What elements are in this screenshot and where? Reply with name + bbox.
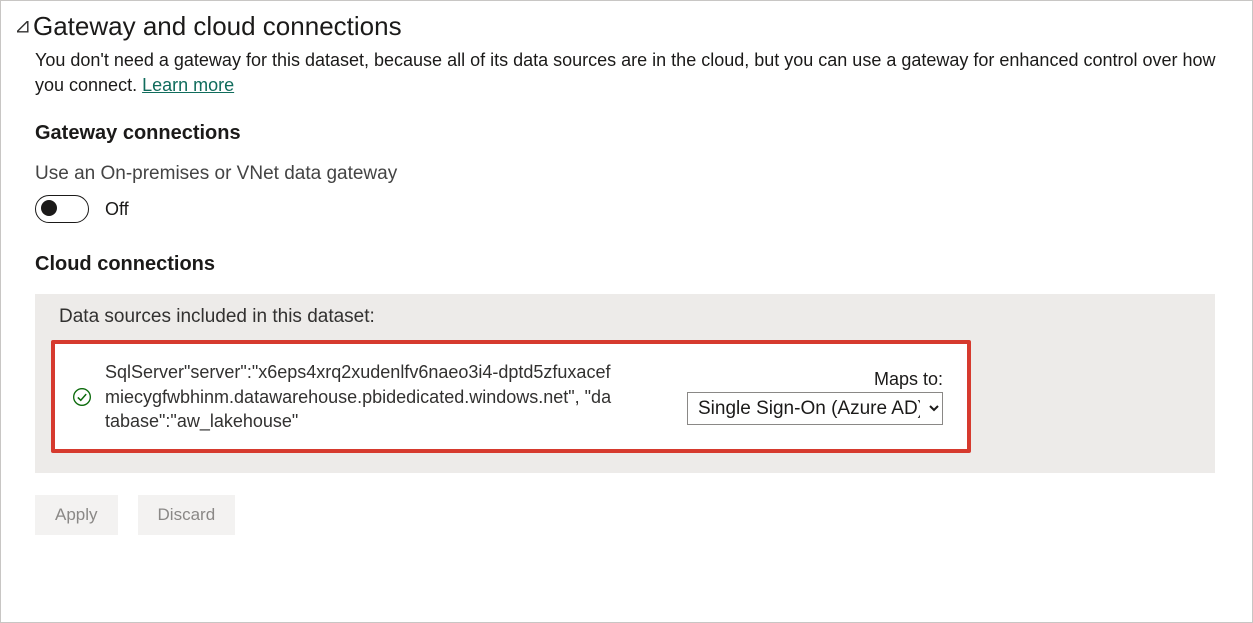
maps-to-select[interactable]: Single Sign-On (Azure AD) bbox=[687, 392, 943, 425]
cloud-connections-box: Data sources included in this dataset: S… bbox=[35, 294, 1215, 473]
data-source-connection-string: SqlServer"server":"x6eps4xrq2xudenlfv6na… bbox=[105, 360, 615, 433]
success-check-icon bbox=[71, 386, 93, 408]
gateway-toggle[interactable] bbox=[35, 195, 89, 223]
section-description: You don't need a gateway for this datase… bbox=[35, 48, 1225, 98]
gateway-prompt-text: Use an On-premises or VNet data gateway bbox=[35, 163, 1236, 185]
gateway-connections-heading: Gateway connections bbox=[35, 122, 1236, 145]
cloud-connections-heading: Cloud connections bbox=[35, 253, 1236, 276]
section-header: Gateway and cloud connections bbox=[17, 11, 1236, 42]
toggle-knob-icon bbox=[41, 200, 57, 216]
data-source-card: SqlServer"server":"x6eps4xrq2xudenlfv6na… bbox=[51, 340, 971, 453]
apply-button[interactable]: Apply bbox=[35, 495, 118, 535]
gateway-toggle-row: Off bbox=[35, 195, 1236, 223]
collapse-triangle-icon[interactable] bbox=[17, 21, 29, 33]
action-button-row: Apply Discard bbox=[35, 495, 1236, 535]
gateway-toggle-state-label: Off bbox=[105, 199, 129, 220]
cloud-data-sources-intro: Data sources included in this dataset: bbox=[59, 306, 1199, 328]
gateway-cloud-connections-panel: Gateway and cloud connections You don't … bbox=[0, 0, 1253, 623]
discard-button[interactable]: Discard bbox=[138, 495, 236, 535]
maps-to-label: Maps to: bbox=[874, 369, 943, 390]
section-title: Gateway and cloud connections bbox=[33, 11, 402, 42]
maps-to-group: Maps to: Single Sign-On (Azure AD) bbox=[687, 369, 943, 425]
learn-more-link[interactable]: Learn more bbox=[142, 75, 234, 95]
